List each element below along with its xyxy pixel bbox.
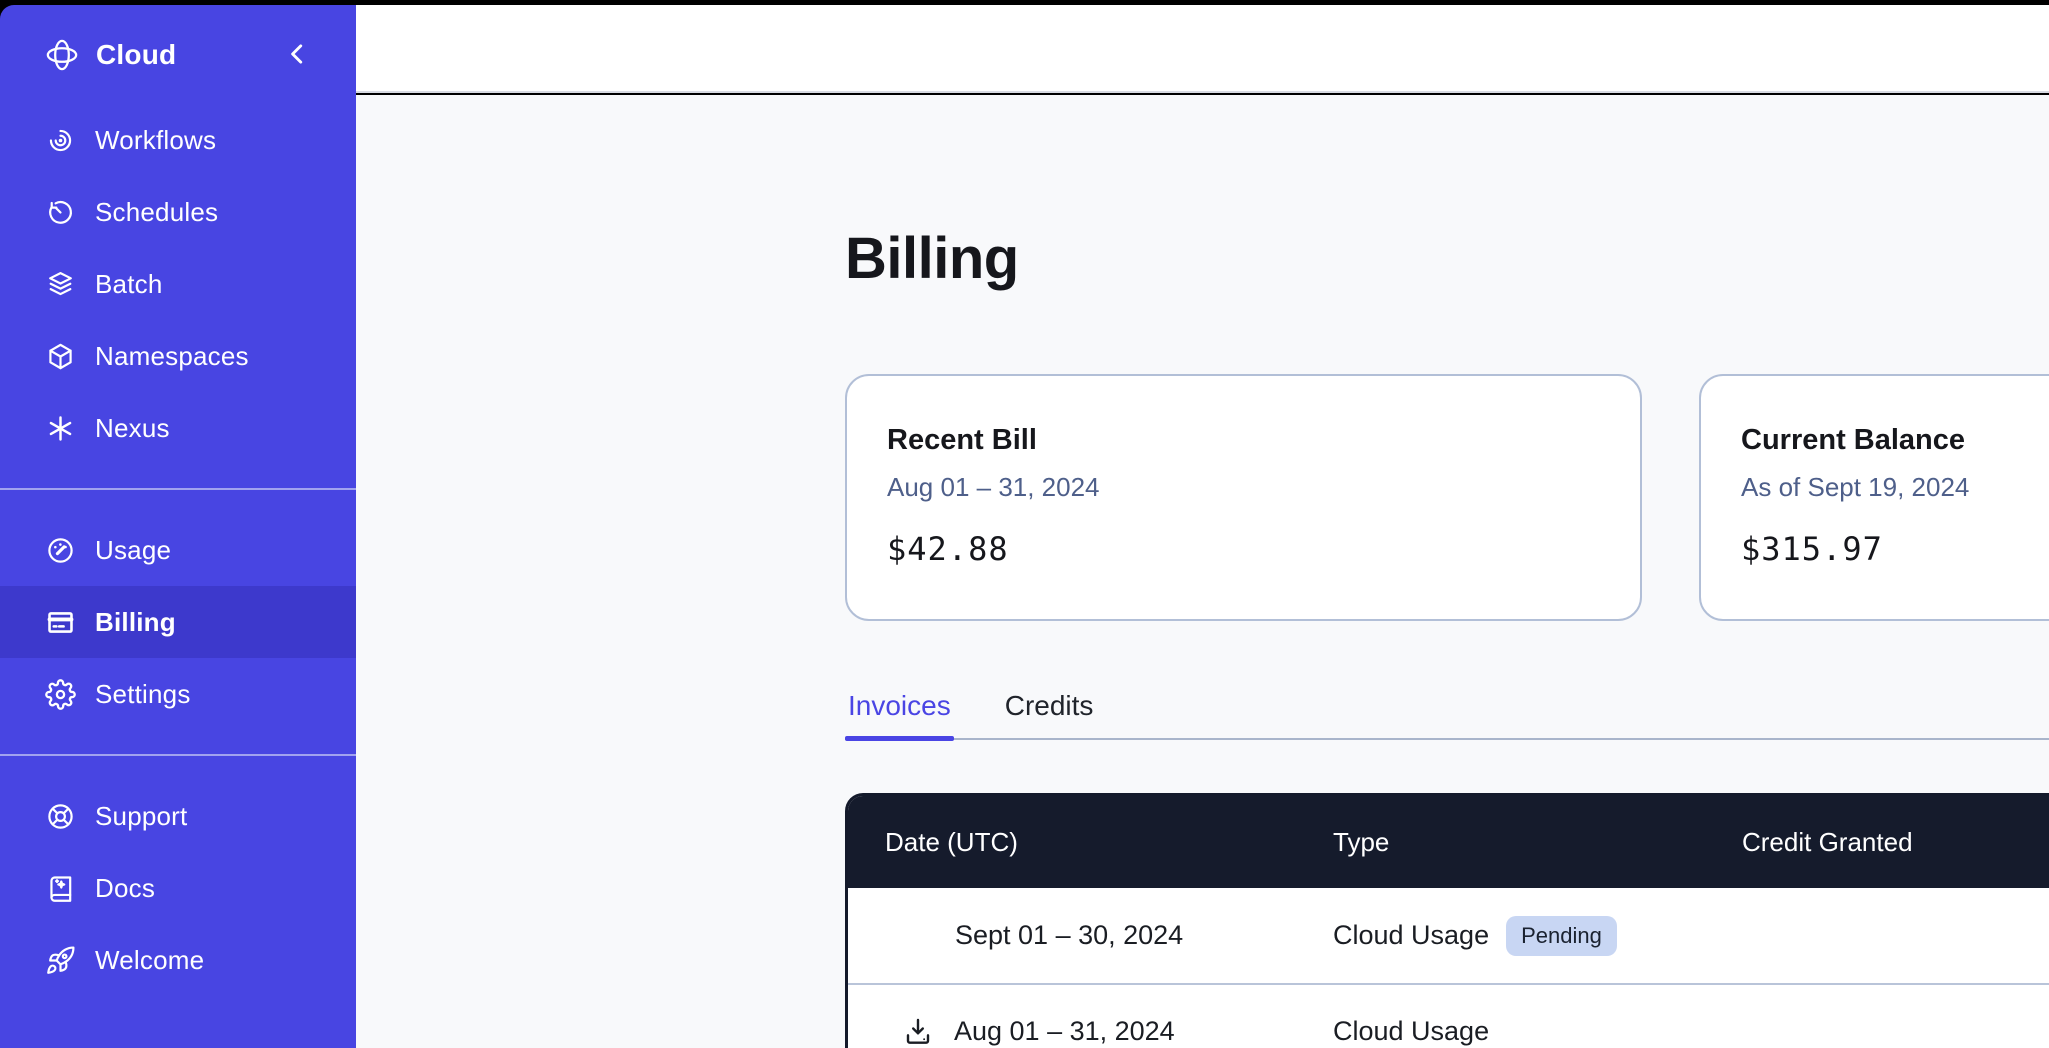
sidebar-item-label: Usage	[95, 535, 171, 566]
workflows-spiral-icon	[45, 125, 76, 156]
invoice-date-cell: Sept 01 – 30, 2024	[848, 920, 1333, 951]
tab-credits[interactable]: Credits	[1002, 690, 1097, 738]
invoice-type-cell: Cloud Usage	[1333, 1016, 1742, 1047]
sidebar-item-label: Welcome	[95, 945, 204, 976]
column-header-credit-granted: Credit Granted	[1742, 827, 2049, 858]
temporal-logo-icon	[45, 38, 79, 72]
sidebar-item-namespaces[interactable]: Namespaces	[0, 320, 356, 392]
sidebar-item-label: Workflows	[95, 125, 216, 156]
main-content: Billing Recent Bill Aug 01 – 31, 2024 $4…	[356, 95, 2049, 1048]
sidebar-item-welcome[interactable]: Welcome	[0, 924, 356, 996]
tab-invoices[interactable]: Invoices	[845, 690, 954, 738]
sidebar-item-workflows[interactable]: Workflows	[0, 104, 356, 176]
sidebar-item-nexus[interactable]: Nexus	[0, 392, 356, 464]
sidebar-item-usage[interactable]: Usage	[0, 514, 356, 586]
sidebar-item-label: Settings	[95, 679, 191, 710]
brand-label: Cloud	[96, 39, 176, 71]
table-row: Sept 01 – 30, 2024 Cloud Usage Pending	[848, 888, 2049, 983]
billing-card-icon	[45, 607, 76, 638]
sidebar-item-label: Schedules	[95, 197, 218, 228]
usage-gauge-icon	[45, 535, 76, 566]
status-badge: Pending	[1506, 916, 1617, 956]
sidebar-item-support[interactable]: Support	[0, 780, 356, 852]
billing-tabs: Invoices Credits	[845, 690, 2049, 740]
sidebar-divider	[0, 754, 356, 756]
app-window: Cloud Workflows	[0, 5, 2049, 1048]
invoices-table: Date (UTC) Type Credit Granted Sept 01 –…	[845, 793, 2049, 1048]
sidebar-item-label: Batch	[95, 269, 163, 300]
column-header-type: Type	[1333, 827, 1742, 858]
invoice-date: Sept 01 – 30, 2024	[955, 920, 1183, 951]
download-icon[interactable]	[902, 1016, 934, 1048]
sidebar-item-batch[interactable]: Batch	[0, 248, 356, 320]
sidebar-item-label: Nexus	[95, 413, 170, 444]
nexus-asterisk-icon	[45, 413, 76, 444]
top-bar	[356, 5, 2049, 93]
page-title: Billing	[845, 221, 2049, 297]
namespaces-cube-icon	[45, 341, 76, 372]
sidebar-item-label: Support	[95, 801, 187, 832]
column-header-date: Date (UTC)	[848, 827, 1333, 858]
card-subtitle: Aug 01 – 31, 2024	[887, 471, 1600, 503]
table-header: Date (UTC) Type Credit Granted	[848, 796, 2049, 888]
chevron-left-icon[interactable]	[280, 37, 314, 71]
sidebar-item-label: Docs	[95, 873, 155, 904]
sidebar-item-settings[interactable]: Settings	[0, 658, 356, 730]
current-balance-card: Current Balance As of Sept 19, 2024 $315…	[1699, 374, 2049, 621]
welcome-rocket-icon	[45, 945, 76, 976]
summary-cards: Recent Bill Aug 01 – 31, 2024 $42.88 Cur…	[845, 374, 2049, 621]
invoice-type: Cloud Usage	[1333, 1016, 1489, 1047]
sidebar-divider	[0, 488, 356, 490]
batch-layers-icon	[45, 269, 76, 300]
support-lifebuoy-icon	[45, 801, 76, 832]
sidebar: Cloud Workflows	[0, 5, 356, 1048]
sidebar-item-label: Billing	[95, 607, 176, 638]
invoice-date: Aug 01 – 31, 2024	[954, 1016, 1175, 1047]
card-amount: $315.97	[1741, 530, 2049, 568]
docs-book-icon	[45, 873, 76, 904]
sidebar-item-label: Namespaces	[95, 341, 249, 372]
sidebar-item-docs[interactable]: Docs	[0, 852, 356, 924]
table-row: Aug 01 – 31, 2024 Cloud Usage	[848, 983, 2049, 1048]
settings-gear-icon	[45, 679, 76, 710]
invoice-date-cell: Aug 01 – 31, 2024	[848, 1016, 1333, 1048]
sidebar-item-billing[interactable]: Billing	[0, 586, 356, 658]
card-amount: $42.88	[887, 530, 1600, 568]
card-title: Recent Bill	[887, 422, 1600, 458]
card-subtitle: As of Sept 19, 2024	[1741, 471, 2049, 503]
sidebar-item-schedules[interactable]: Schedules	[0, 176, 356, 248]
brand-row: Cloud	[0, 5, 356, 104]
card-title: Current Balance	[1741, 422, 2049, 458]
schedules-timer-icon	[45, 197, 76, 228]
invoice-type-cell: Cloud Usage Pending	[1333, 916, 1742, 956]
invoice-type: Cloud Usage	[1333, 920, 1489, 951]
recent-bill-card: Recent Bill Aug 01 – 31, 2024 $42.88	[845, 374, 1642, 621]
